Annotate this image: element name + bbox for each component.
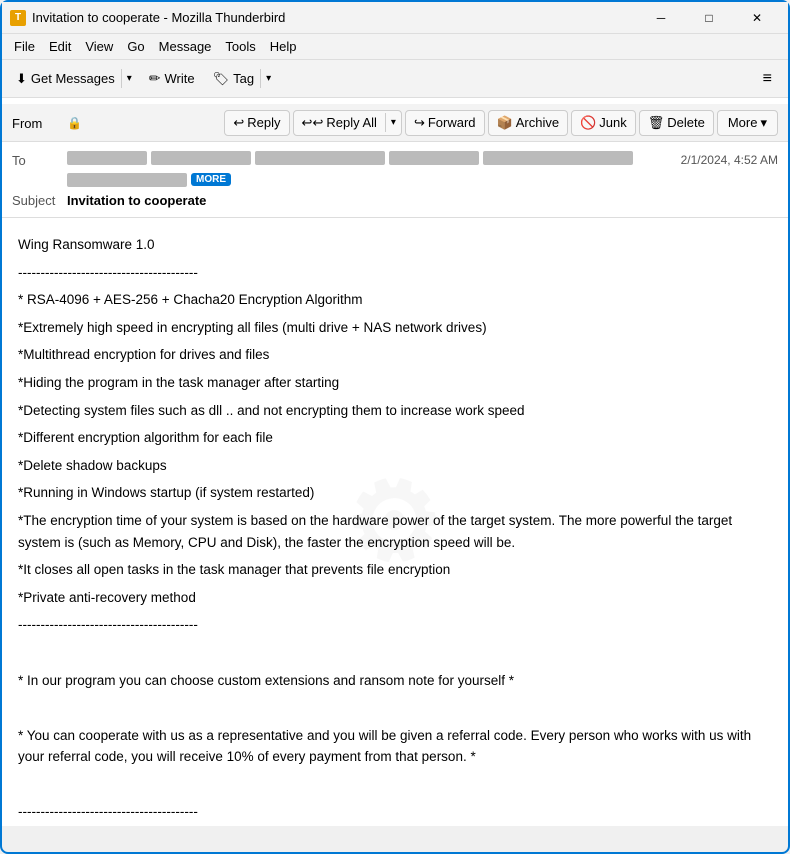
- reply-all-button[interactable]: ↩↩ Reply All: [294, 111, 385, 135]
- archive-label: Archive: [516, 115, 559, 130]
- tag-icon: 🏷: [213, 71, 230, 87]
- window-title: Invitation to cooperate - Mozilla Thunde…: [32, 10, 285, 25]
- to-email-2: [151, 151, 251, 165]
- body-line-10: *It closes all open tasks in the task ma…: [18, 559, 772, 581]
- tag-arrow[interactable]: ▾: [260, 69, 276, 88]
- email-header: From 🔒 ↩ Reply ↩↩ Reply All ▾ ↪ Forward …: [2, 98, 788, 218]
- app-icon: T: [10, 10, 26, 26]
- from-label: From: [12, 114, 57, 131]
- body-line-3: *Multithread encryption for drives and f…: [18, 344, 772, 366]
- reply-button[interactable]: ↩ Reply: [224, 110, 289, 136]
- get-messages-arrow[interactable]: ▾: [121, 69, 137, 88]
- get-messages-label: Get Messages: [31, 71, 115, 86]
- to-email-4: [389, 151, 479, 165]
- more-badge[interactable]: MORE: [191, 173, 231, 186]
- get-messages-split: ⬇ Get Messages ▾: [10, 67, 137, 91]
- to-label: To: [12, 151, 67, 168]
- reply-icon: ↩: [233, 115, 244, 131]
- body-custom-note: * In our program you can choose custom e…: [18, 670, 772, 692]
- menu-go[interactable]: Go: [121, 37, 150, 56]
- reply-all-arrow[interactable]: ▾: [385, 113, 401, 132]
- write-icon: ✏: [149, 70, 161, 87]
- menu-file[interactable]: File: [8, 37, 41, 56]
- maximize-button[interactable]: □: [686, 6, 732, 30]
- action-bar: From 🔒 ↩ Reply ↩↩ Reply All ▾ ↪ Forward …: [2, 104, 788, 142]
- minimize-button[interactable]: ─: [638, 6, 684, 30]
- tag-label: Tag: [233, 71, 254, 86]
- menu-message[interactable]: Message: [153, 37, 218, 56]
- reply-all-icon: ↩↩: [302, 115, 324, 131]
- body-line-4: *Hiding the program in the task manager …: [18, 372, 772, 394]
- forward-icon: ↪: [414, 115, 425, 131]
- body-referral-note: * You can cooperate with us as a represe…: [18, 725, 772, 768]
- menu-view[interactable]: View: [79, 37, 119, 56]
- reply-label: Reply: [247, 115, 280, 130]
- body-empty-3: [18, 774, 772, 796]
- archive-icon: 📦: [497, 115, 513, 131]
- close-button[interactable]: ✕: [734, 6, 780, 30]
- email-body: ⚙ Wing Ransomware 1.0 ------------------…: [2, 218, 788, 826]
- body-empty-1: [18, 642, 772, 664]
- more-label: More: [728, 115, 758, 130]
- menu-bar: File Edit View Go Message Tools Help: [2, 34, 788, 60]
- to-email-5: [483, 151, 633, 165]
- body-line-9: *The encryption time of your system is b…: [18, 510, 772, 553]
- body-divider-1: ----------------------------------------: [18, 262, 772, 284]
- hamburger-button[interactable]: ≡: [755, 66, 780, 92]
- forward-label: Forward: [428, 115, 476, 130]
- to-row: To MORE 2/1/2024, 4:52 AM: [12, 148, 778, 190]
- to-email-3: [255, 151, 385, 165]
- write-button[interactable]: ✏ Write: [141, 66, 203, 91]
- delete-label: Delete: [667, 115, 705, 130]
- body-divider-2: ----------------------------------------: [18, 614, 772, 636]
- to-email-1: [67, 151, 147, 165]
- more-button[interactable]: More ▾: [717, 110, 778, 136]
- window-controls: ─ □ ✕: [638, 6, 780, 30]
- main-toolbar: ⬇ Get Messages ▾ ✏ Write 🏷 Tag ▾ ≡: [2, 60, 788, 98]
- to-value: MORE: [67, 151, 681, 187]
- get-messages-button[interactable]: ⬇ Get Messages: [10, 67, 121, 91]
- lock-icon: 🔒: [67, 116, 82, 130]
- tag-button[interactable]: 🏷 Tag: [207, 67, 260, 91]
- junk-button[interactable]: 🚫 Junk: [571, 110, 636, 136]
- subject-value: Invitation to cooperate: [67, 193, 206, 208]
- reply-all-split: ↩↩ Reply All ▾: [293, 110, 402, 136]
- body-line-7: *Delete shadow backups: [18, 455, 772, 477]
- body-line-1: * RSA-4096 + AES-256 + Chacha20 Encrypti…: [18, 289, 772, 311]
- more-arrow-icon: ▾: [760, 115, 767, 131]
- body-line-8: *Running in Windows startup (if system r…: [18, 482, 772, 504]
- tag-split: 🏷 Tag ▾: [207, 67, 277, 91]
- body-line-11: *Private anti-recovery method: [18, 587, 772, 609]
- forward-button[interactable]: ↪ Forward: [405, 110, 485, 136]
- body-content: Wing Ransomware 1.0 --------------------…: [18, 234, 772, 826]
- delete-icon: 🗑: [648, 115, 665, 131]
- title-bar: T Invitation to cooperate - Mozilla Thun…: [2, 2, 788, 34]
- body-empty-2: [18, 697, 772, 719]
- body-divider-3: ----------------------------------------: [18, 801, 772, 823]
- body-line-2: *Extremely high speed in encrypting all …: [18, 317, 772, 339]
- body-line-6: *Different encryption algorithm for each…: [18, 427, 772, 449]
- menu-tools[interactable]: Tools: [219, 37, 261, 56]
- junk-icon: 🚫: [580, 115, 596, 131]
- subject-label: Subject: [12, 193, 67, 208]
- email-timestamp: 2/1/2024, 4:52 AM: [681, 151, 778, 167]
- delete-button[interactable]: 🗑 Delete: [639, 110, 714, 136]
- menu-help[interactable]: Help: [264, 37, 303, 56]
- write-label: Write: [165, 71, 195, 86]
- menu-edit[interactable]: Edit: [43, 37, 77, 56]
- download-icon: ⬇: [16, 71, 27, 87]
- to-email-6: [67, 173, 187, 187]
- body-title: Wing Ransomware 1.0: [18, 234, 772, 256]
- body-line-5: *Detecting system files such as dll .. a…: [18, 400, 772, 422]
- reply-all-label: Reply All: [326, 115, 377, 130]
- subject-row: Subject Invitation to cooperate: [12, 190, 778, 211]
- junk-label: Junk: [599, 115, 626, 130]
- archive-button[interactable]: 📦 Archive: [488, 110, 569, 136]
